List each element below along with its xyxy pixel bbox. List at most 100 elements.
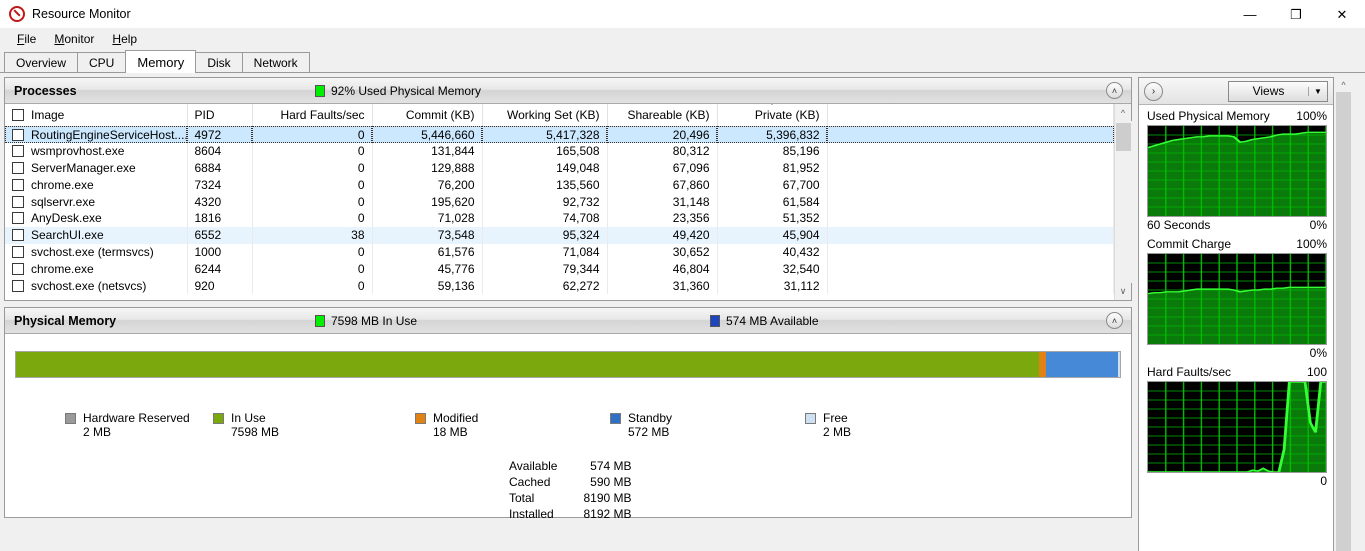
row-checkbox[interactable] <box>12 178 24 191</box>
cell-hard-faults: 0 <box>252 159 373 177</box>
cell-working-set: 74,708 <box>482 209 608 227</box>
scroll-down-icon[interactable]: ∨ <box>1115 283 1132 300</box>
in-use-status: 7598 MB In Use <box>315 314 417 328</box>
summary-label: Cached <box>509 475 551 489</box>
cell-hard-faults: 0 <box>252 176 373 194</box>
table-row[interactable]: svchost.exe (netsvcs) 920 0 59,136 62,272 31,… <box>5 277 1114 294</box>
cell-image: chrome.exe <box>5 176 188 194</box>
cell-private: 40,432 <box>717 243 828 261</box>
menu-item-file[interactable]: File <box>8 30 45 48</box>
memory-bar-segment-in-use <box>16 352 1040 377</box>
cell-filler <box>827 260 1114 278</box>
scrollbar-track[interactable] <box>1336 92 1351 551</box>
table-row[interactable]: sqlservr.exe 4320 0 195,620 92,732 31,148 61,5… <box>5 193 1114 210</box>
cell-commit: 59,136 <box>372 277 483 294</box>
views-button-label: Views <box>1252 84 1285 98</box>
available-status: 574 MB Available <box>710 314 819 328</box>
cell-shareable: 80,312 <box>607 142 718 160</box>
menu-item-help[interactable]: Help <box>103 30 146 48</box>
physical-memory-collapse-icon[interactable]: ˄ <box>1106 312 1123 329</box>
green-swatch-icon <box>315 314 325 327</box>
legend-item-fr: Free 2 MB <box>805 411 851 439</box>
scroll-up-icon[interactable]: ^ <box>1336 77 1351 92</box>
table-row[interactable]: AnyDesk.exe 1816 0 71,028 74,708 23,356 51,352 <box>5 209 1114 227</box>
select-all-checkbox[interactable] <box>12 108 24 121</box>
processes-vertical-scrollbar[interactable]: ^ ∨ <box>1114 104 1132 300</box>
tab-overview[interactable]: Overview <box>4 52 79 72</box>
maximize-button[interactable]: ❐ <box>1273 0 1319 28</box>
row-checkbox[interactable] <box>12 161 24 174</box>
summary-label: Available <box>509 459 558 473</box>
cell-pid: 1000 <box>187 243 253 261</box>
tab-cpu[interactable]: CPU <box>77 52 127 72</box>
legend-label: Hardware Reserved <box>83 411 190 425</box>
legend-value: 2 MB <box>823 425 852 439</box>
legend-swatch-icon <box>415 413 426 424</box>
graph-pane-scrollbar[interactable]: ^ ∨ <box>1336 77 1351 551</box>
processes-collapse-icon[interactable]: ˄ <box>1106 82 1123 99</box>
row-checkbox[interactable] <box>12 262 24 275</box>
legend-swatch-icon <box>213 413 224 424</box>
table-row[interactable]: RoutingEngineServiceHost.... 4972 0 5,446,6… <box>5 126 1114 143</box>
table-row[interactable]: chrome.exe 7324 0 76,200 135,560 67,860 67,700 <box>5 176 1114 194</box>
expand-pane-icon[interactable]: › <box>1144 81 1163 101</box>
menu-item-monitor[interactable]: Monitor <box>45 30 103 48</box>
tab-disk[interactable]: Disk <box>195 52 243 72</box>
graph-max-label: 100 <box>1306 365 1327 379</box>
table-row[interactable]: chrome.exe 6244 0 45,776 79,344 46,804 32,540 <box>5 260 1114 278</box>
views-button[interactable]: Views ▼ <box>1228 80 1328 102</box>
graph-toolbar: › Views ▼ <box>1139 78 1333 105</box>
column-header-commit[interactable]: Commit (KB) <box>372 104 483 127</box>
cell-hard-faults: 0 <box>252 277 373 294</box>
graph-footer: 60 Seconds 0% <box>1147 218 1327 232</box>
tab-memory[interactable]: Memory <box>125 50 197 73</box>
table-row[interactable]: SearchUI.exe 6552 38 73,548 95,324 49,420 45,9… <box>5 226 1114 244</box>
menubar: File Monitor Help <box>0 28 1365 50</box>
processes-table-wrap: Image PID Hard Faults/sec Commit (KB) Wo… <box>5 104 1132 300</box>
table-row[interactable]: svchost.exe (termsvcs) 1000 0 61,576 71,084 3… <box>5 243 1114 261</box>
scrollbar-track[interactable] <box>1114 121 1132 283</box>
table-row[interactable]: ServerManager.exe 6884 0 129,888 149,048 67,0… <box>5 159 1114 177</box>
row-checkbox[interactable] <box>12 212 24 225</box>
chevron-down-icon[interactable]: ▼ <box>1308 86 1327 96</box>
scroll-up-icon[interactable]: ^ <box>1115 104 1132 121</box>
minimize-button[interactable]: — <box>1227 0 1273 28</box>
cell-private: 81,952 <box>717 159 828 177</box>
physical-memory-panel-title: Physical Memory <box>14 313 117 328</box>
column-header-image[interactable]: Image <box>5 104 188 127</box>
row-checkbox[interactable] <box>12 195 24 208</box>
close-button[interactable]: ✕ <box>1319 0 1365 28</box>
column-header-working-set[interactable]: Working Set (KB) <box>482 104 608 127</box>
row-checkbox[interactable] <box>12 128 24 141</box>
table-row[interactable]: wsmprovhost.exe 8604 0 131,844 165,508 80,312… <box>5 142 1114 160</box>
window-title: Resource Monitor <box>32 7 131 21</box>
column-header-pid[interactable]: PID <box>187 104 253 127</box>
cell-shareable: 67,096 <box>607 159 718 177</box>
workspace: Processes 92% Used Physical Memory ˄ Ima… <box>0 73 1365 551</box>
row-checkbox[interactable] <box>12 145 24 158</box>
cell-shareable: 67,860 <box>607 176 718 194</box>
physical-memory-panel-header[interactable]: Physical Memory 7598 MB In Use 574 MB Av… <box>5 308 1131 334</box>
column-header-hard-faults[interactable]: Hard Faults/sec <box>252 104 373 127</box>
cell-pid: 6552 <box>187 226 253 244</box>
cell-shareable: 31,360 <box>607 277 718 294</box>
tabstrip: Overview CPU Memory Disk Network <box>0 50 1365 73</box>
processes-panel-header[interactable]: Processes 92% Used Physical Memory ˄ <box>5 78 1131 104</box>
cell-hard-faults: 0 <box>252 260 373 278</box>
cell-commit: 129,888 <box>372 159 483 177</box>
sort-descending-icon: ˅ <box>769 104 774 108</box>
right-pane: › Views ▼ Used Physical Memory 100% 60 Sec… <box>1132 73 1365 551</box>
cell-commit: 45,776 <box>372 260 483 278</box>
row-checkbox[interactable] <box>12 245 24 258</box>
cell-hard-faults: 38 <box>252 226 373 244</box>
graph-header: Hard Faults/sec 100 <box>1147 365 1327 379</box>
tab-network[interactable]: Network <box>241 52 310 72</box>
row-checkbox[interactable] <box>12 279 24 292</box>
column-header-private[interactable]: ˅Private (KB) <box>717 104 828 127</box>
column-header-shareable[interactable]: Shareable (KB) <box>607 104 718 127</box>
row-checkbox[interactable] <box>12 229 24 242</box>
cell-filler <box>827 159 1114 177</box>
legend-item-mo: Modified 18 MB <box>415 411 478 439</box>
legend-swatch-icon <box>805 413 816 424</box>
scrollbar-thumb[interactable] <box>1115 123 1131 151</box>
